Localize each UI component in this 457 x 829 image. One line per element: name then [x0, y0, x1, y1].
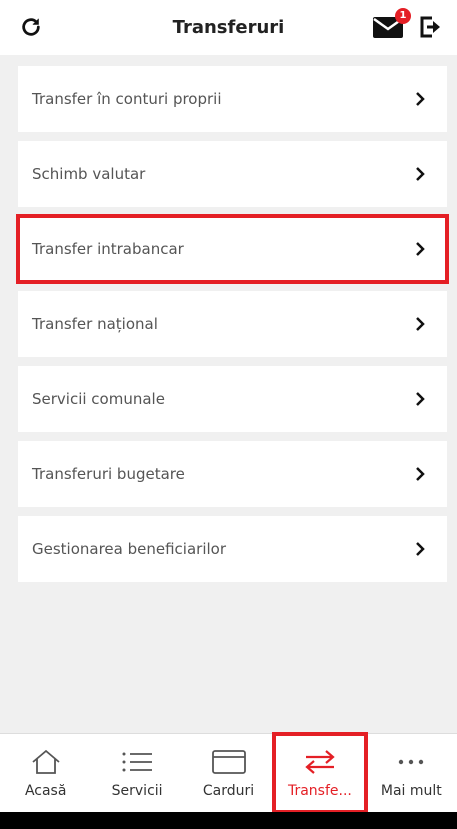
chevron-right-icon: [416, 467, 425, 481]
menu-item-label: Transfer în conturi proprii: [32, 90, 222, 108]
chevron-right-icon: [416, 542, 425, 556]
logout-icon[interactable]: [418, 14, 444, 42]
menu-item-label: Transferuri bugetare: [32, 465, 185, 483]
menu-item-national-transfer[interactable]: Transfer național: [18, 291, 447, 357]
page-title: Transferuri: [172, 17, 285, 38]
nav-item-transfers[interactable]: Transfe...: [272, 732, 368, 814]
transfer-arrows-icon: [300, 747, 340, 777]
transfer-menu-list: Transfer în conturi proprii Schimb valut…: [16, 66, 449, 591]
list-icon: [117, 747, 157, 777]
menu-item-currency-exchange[interactable]: Schimb valutar: [18, 141, 447, 207]
menu-item-label: Transfer național: [32, 315, 158, 333]
chevron-right-icon: [416, 392, 425, 406]
chevron-right-icon: [416, 167, 425, 181]
notification-badge: 1: [395, 8, 411, 24]
nav-label: Servicii: [111, 783, 163, 799]
menu-item-own-accounts[interactable]: Transfer în conturi proprii: [18, 66, 447, 132]
menu-item-label: Gestionarea beneficiarilor: [32, 540, 227, 558]
more-dots-icon: [391, 747, 431, 777]
nav-item-more[interactable]: Mai mult: [366, 734, 457, 812]
nav-label: Carduri: [202, 783, 255, 799]
nav-item-services[interactable]: Servicii: [91, 734, 182, 812]
menu-item-label: Schimb valutar: [32, 165, 146, 183]
nav-item-home[interactable]: Acasă: [0, 734, 91, 812]
nav-label: Acasă: [24, 783, 67, 799]
menu-item-manage-beneficiaries[interactable]: Gestionarea beneficiarilor: [18, 516, 447, 582]
menu-item-utilities[interactable]: Servicii comunale: [18, 366, 447, 432]
app-header: Transferuri 1: [0, 0, 457, 55]
menu-item-intrabank-transfer[interactable]: Transfer intrabancar: [16, 214, 449, 284]
nav-label: Mai mult: [380, 783, 442, 799]
nav-item-cards[interactable]: Carduri: [183, 734, 274, 812]
chevron-right-icon: [416, 242, 425, 256]
card-icon: [209, 747, 249, 777]
menu-item-label: Servicii comunale: [32, 390, 165, 408]
nav-label: Transfe...: [287, 783, 352, 799]
bottom-navigation: Acasă Servicii Carduri Transfe... Mai mu…: [0, 732, 457, 814]
refresh-icon[interactable]: [18, 14, 44, 40]
chevron-right-icon: [416, 317, 425, 331]
chevron-right-icon: [416, 92, 425, 106]
system-navigation-bar: [0, 812, 457, 829]
home-icon: [26, 747, 66, 777]
menu-item-budget-transfers[interactable]: Transferuri bugetare: [18, 441, 447, 507]
menu-item-label: Transfer intrabancar: [32, 240, 184, 258]
